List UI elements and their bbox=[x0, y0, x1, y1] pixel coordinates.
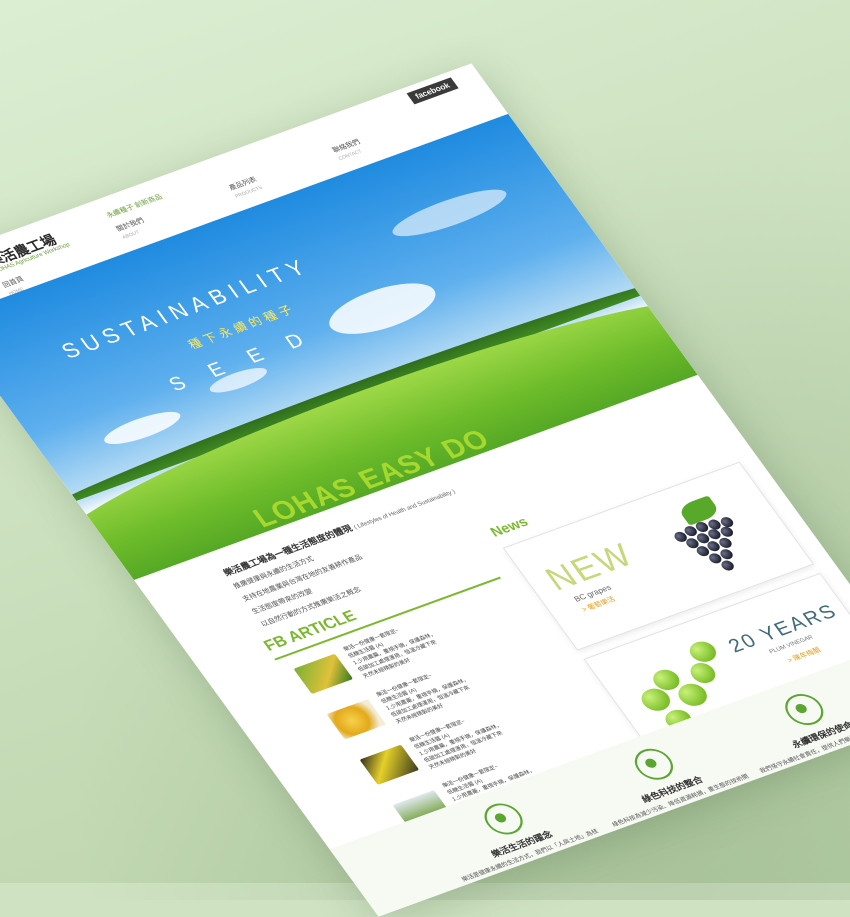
nav-seed-label: 永續種子 創新商品 bbox=[105, 193, 165, 220]
article-thumbnail bbox=[326, 699, 387, 740]
nav-contact[interactable]: 聯絡我們 CONTACT bbox=[330, 137, 367, 162]
cloud bbox=[318, 273, 447, 345]
plum bbox=[685, 659, 720, 687]
article-thumbnail bbox=[293, 653, 354, 695]
recycle-icon bbox=[777, 689, 831, 730]
lifestyle-icon bbox=[477, 798, 530, 840]
nav-seed-products[interactable]: 永續種子 創新商品 bbox=[104, 192, 165, 220]
grape bbox=[718, 525, 736, 539]
article-thumbnail bbox=[359, 744, 420, 785]
cloud bbox=[98, 405, 186, 451]
nav-products[interactable]: 產品列表 PRODUCTS bbox=[227, 175, 264, 199]
nav-about[interactable]: 關於我們 ABOUT bbox=[114, 216, 151, 241]
grape bbox=[719, 559, 737, 573]
plum bbox=[684, 638, 721, 666]
green-tech-icon bbox=[627, 744, 681, 785]
cloud bbox=[385, 181, 514, 245]
grapes-image bbox=[639, 487, 788, 597]
